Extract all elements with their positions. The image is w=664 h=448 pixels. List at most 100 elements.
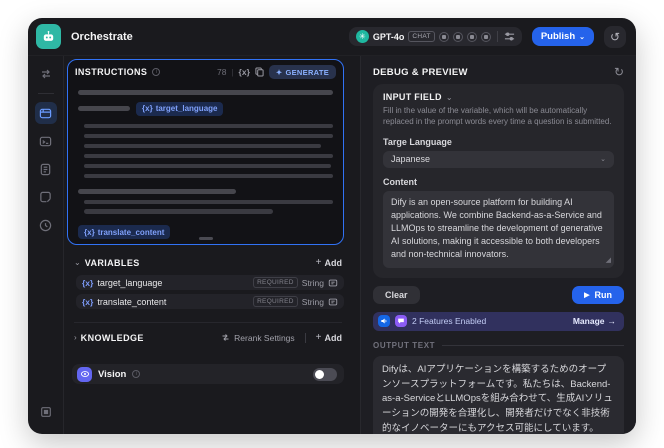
redacted-text-line [84, 209, 273, 214]
instructions-body[interactable]: {x} target_language {x} translate_conten… [68, 81, 343, 244]
sidebar-item-api[interactable] [35, 130, 57, 152]
redacted-text-line [78, 106, 130, 111]
clear-button[interactable]: Clear [373, 285, 420, 304]
required-badge: REQUIRED [253, 296, 298, 307]
sparkle-icon: ✦ [275, 67, 283, 77]
sidebar-item-annotations[interactable] [35, 186, 57, 208]
variable-type: String [301, 296, 324, 307]
insert-variable-icon[interactable]: {x} [239, 67, 250, 77]
debug-preview-panel: DEBUG & PREVIEW ↻ INPUT FIELD ⌄ Fill in … [360, 56, 636, 434]
text-to-speech-icon [378, 315, 390, 328]
output-text-bubble: Difyは、AIアプリケーションを構築するためのオープンソースプラットフォームで… [373, 355, 624, 434]
app-window: Orchestrate ✳ GPT-4o CHAT Publish ⌄ ↺ IN… [28, 18, 636, 434]
add-variable-button[interactable]: + Add [316, 257, 342, 268]
copy-icon[interactable] [255, 67, 264, 77]
char-count: 78 [217, 67, 227, 77]
redacted-text-line [84, 199, 333, 204]
variable-icon: {x} [82, 277, 94, 288]
redacted-text-line [84, 173, 333, 178]
content-label: Content [383, 176, 417, 187]
redacted-text-line [84, 153, 333, 158]
divider: | [231, 67, 234, 77]
redacted-text-line [84, 123, 333, 128]
knowledge-header: › KNOWLEDGE Rerank Settings + Add [67, 332, 344, 343]
sidebar-item-orchestrate[interactable] [34, 102, 57, 124]
string-type-icon[interactable] [328, 278, 338, 288]
app-robot-icon [36, 24, 61, 49]
chevron-down-icon: ⌄ [445, 92, 453, 102]
features-bar[interactable]: 2 Features Enabled Manage → [373, 311, 624, 331]
chevron-down-icon: ⌄ [600, 156, 606, 164]
vision-feature-card: Vision i [72, 364, 344, 384]
redacted-text-line [84, 163, 332, 168]
publish-button[interactable]: Publish ⌄ [531, 27, 594, 46]
required-badge: REQUIRED [253, 277, 298, 288]
redacted-text-line [78, 90, 333, 95]
target-language-select[interactable]: Japanese ⌄ [383, 150, 614, 168]
input-field-description: Fill in the value of the variable, which… [383, 106, 612, 126]
resize-corner-icon[interactable]: ◢ [606, 256, 611, 266]
instructions-editor[interactable]: INSTRUCTIONS i 78 | {x} ✦ GENERATE {x} t… [67, 59, 344, 245]
resize-handle[interactable] [198, 237, 213, 240]
variables-header: ⌄ VARIABLES + Add [67, 257, 344, 268]
chevron-down-icon[interactable]: ⌄ [74, 258, 81, 267]
sidebar-item-logs[interactable] [35, 158, 57, 180]
rerank-settings-button[interactable]: Rerank Settings [221, 333, 295, 343]
variables-title: VARIABLES [84, 257, 140, 268]
vision-label: Vision [98, 368, 127, 380]
variable-row-translate-content[interactable]: {x} translate_content REQUIRED String [76, 294, 344, 309]
config-panel: INSTRUCTIONS i 78 | {x} ✦ GENERATE {x} t… [64, 56, 360, 434]
conversation-opener-icon [395, 315, 407, 328]
model-selector[interactable]: ✳ GPT-4o CHAT [348, 27, 522, 46]
model-mode-badge: CHAT [408, 31, 435, 42]
variable-chip-target-language[interactable]: {x} target_language [136, 101, 224, 116]
play-icon: ▶ [584, 291, 590, 299]
openai-logo-icon: ✳ [355, 30, 369, 43]
app-switch-icon[interactable] [35, 63, 57, 85]
model-params-icon[interactable] [504, 31, 515, 42]
knowledge-title: KNOWLEDGE [80, 332, 144, 343]
chevron-right-icon[interactable]: › [74, 333, 77, 342]
target-language-label: Targe Language [383, 136, 452, 147]
divider [74, 322, 342, 323]
model-name: GPT-4o [372, 31, 405, 42]
info-icon: i [132, 370, 141, 378]
manage-features-button[interactable]: Manage → [573, 316, 616, 326]
variable-icon: {x} [142, 104, 153, 113]
features-enabled-text: 2 Features Enabled [412, 316, 487, 327]
run-button[interactable]: ▶ Run [572, 285, 624, 304]
capability-icon-2 [452, 31, 463, 42]
generate-button[interactable]: ✦ GENERATE [268, 65, 336, 79]
plus-icon: + [315, 257, 322, 268]
string-type-icon[interactable] [328, 297, 338, 307]
debug-header: DEBUG & PREVIEW ↻ [373, 63, 624, 81]
divider [37, 93, 54, 94]
sidebar-collapse-icon[interactable] [35, 401, 57, 423]
refresh-icon[interactable]: ↻ [614, 66, 624, 78]
page-title: Orchestrate [71, 30, 133, 43]
vision-eye-icon [77, 366, 92, 382]
instructions-header: INSTRUCTIONS i 78 | {x} ✦ GENERATE [68, 60, 343, 81]
capability-icon-3 [466, 31, 477, 42]
variable-type: String [301, 277, 324, 288]
input-field-header[interactable]: INPUT FIELD ⌄ [383, 92, 614, 102]
sidebar-item-monitoring[interactable] [35, 214, 57, 236]
redacted-text-line [84, 143, 322, 148]
variable-row-target-language[interactable]: {x} target_language REQUIRED String [76, 275, 344, 290]
add-knowledge-button[interactable]: + Add [316, 332, 342, 343]
variable-chip-translate-content[interactable]: {x} translate_content [78, 225, 171, 239]
output-text-header: OUTPUT TEXT [373, 341, 624, 350]
divider [304, 332, 306, 343]
icon-sidebar [28, 56, 64, 434]
vision-toggle[interactable] [313, 367, 337, 381]
input-field-card: INPUT FIELD ⌄ Fill in the value of the v… [373, 84, 624, 278]
action-row: Clear ▶ Run [373, 285, 624, 304]
top-header: Orchestrate ✳ GPT-4o CHAT Publish ⌄ ↺ [28, 18, 636, 56]
chevron-down-icon: ⌄ [579, 33, 585, 41]
content-textarea[interactable]: Dify is an open-source platform for buil… [383, 190, 614, 268]
instructions-title: INSTRUCTIONS [75, 67, 148, 77]
variable-icon: {x} [82, 296, 94, 307]
version-history-button[interactable]: ↺ [604, 25, 626, 48]
capability-icon-4 [480, 31, 491, 42]
divider [496, 31, 498, 42]
